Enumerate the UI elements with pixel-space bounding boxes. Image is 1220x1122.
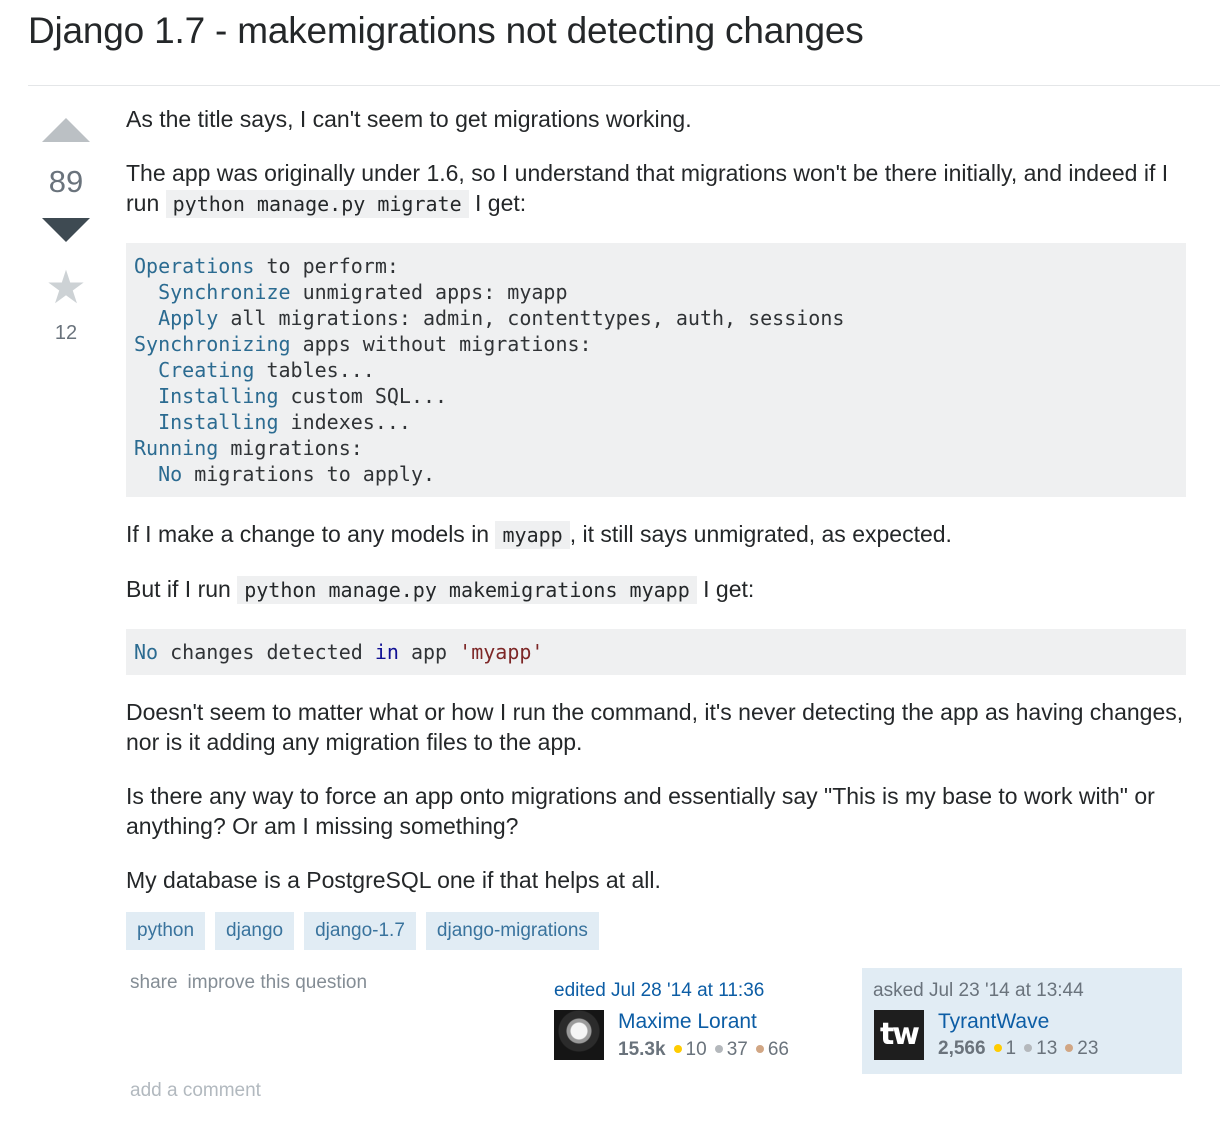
silver-badge-count: 13 <box>1036 1038 1058 1059</box>
inline-code: python manage.py migrate <box>165 190 469 218</box>
asked-timestamp: asked Jul 23 '14 at 13:44 <box>873 980 1084 1001</box>
gold-badge-icon <box>993 1043 1002 1052</box>
code-line: Creating tables... <box>134 358 375 382</box>
upvote-arrow-icon[interactable] <box>42 118 90 142</box>
body-paragraph-6: Is there any way to force an app onto mi… <box>126 783 1155 839</box>
code-line: Apply all migrations: admin, contenttype… <box>134 306 845 330</box>
body-text: , it still says unmigrated, as expected. <box>569 521 952 547</box>
body-text: I get: <box>468 190 527 216</box>
code-line: Synchronizing apps without migrations: <box>134 332 592 356</box>
body-paragraph-3: If I make a change to any models in myap… <box>126 519 1186 550</box>
code-line: Installing indexes... <box>134 410 411 434</box>
code-line: Running migrations: <box>134 436 363 460</box>
code-block-makemigrations-output: No changes detected in app 'myapp' <box>126 629 1186 675</box>
editor-signature: edited Jul 28 '14 at 11:36 Maxime Lorant… <box>548 970 868 1076</box>
gold-badge-count: 10 <box>685 1039 707 1060</box>
bronze-badge-count: 66 <box>767 1039 789 1060</box>
code-line: Installing custom SQL... <box>134 384 448 408</box>
silver-badge-count: 37 <box>726 1039 748 1060</box>
edited-timestamp-link[interactable]: edited Jul 28 '14 at 11:36 <box>554 980 764 1002</box>
gold-badge-icon <box>673 1044 682 1053</box>
post-menu: share improve this question <box>130 972 367 994</box>
owner-reputation: 2,566 1 13 23 <box>938 1038 1104 1060</box>
reputation-score: 2,566 <box>938 1038 986 1059</box>
favorite-count: 12 <box>54 322 78 344</box>
bronze-badge-count: 23 <box>1077 1038 1099 1059</box>
body-paragraph-7: My database is a PostgreSQL one if that … <box>126 867 661 893</box>
body-text: I get: <box>696 576 755 602</box>
bronze-badge-icon <box>1065 1043 1074 1052</box>
inline-code: python manage.py makemigrations myapp <box>237 576 697 604</box>
owner-name-link[interactable]: TyrantWave <box>938 1010 1049 1034</box>
body-paragraph-5: Doesn't seem to matter what or how I run… <box>126 699 1184 755</box>
vote-count: 89 <box>48 164 84 199</box>
gold-badge-count: 1 <box>1005 1038 1017 1059</box>
downvote-arrow-icon[interactable] <box>42 218 90 242</box>
question-title[interactable]: Django 1.7 - makemigrations not detectin… <box>28 10 864 52</box>
improve-question-link[interactable]: improve this question <box>188 972 368 994</box>
body-text: If I make a change to any models in <box>126 521 496 547</box>
body-paragraph-4: But if I run python manage.py makemigrat… <box>126 574 1186 605</box>
code-line: No migrations to apply. <box>134 462 436 486</box>
code-line: Operations to perform: <box>134 254 399 278</box>
code-block-migrate-output: Operations to perform: Synchronize unmig… <box>126 243 1186 497</box>
tag-list: python django django-1.7 django-migratio… <box>126 912 599 950</box>
silver-badge-icon <box>1024 1043 1033 1052</box>
body-text: But if I run <box>126 576 238 602</box>
silver-badge-icon <box>714 1044 723 1053</box>
body-paragraph-1: As the title says, I can't seem to get m… <box>126 106 692 132</box>
tag-django[interactable]: django <box>215 912 295 950</box>
tag-python[interactable]: python <box>126 912 206 950</box>
title-divider <box>28 85 1220 86</box>
favorite-star-icon[interactable]: ★ <box>42 262 90 312</box>
owner-avatar[interactable]: tw <box>874 1010 924 1060</box>
editor-avatar[interactable] <box>554 1010 604 1060</box>
question-body: As the title says, I can't seem to get m… <box>126 104 1186 919</box>
share-link[interactable]: share <box>130 972 178 994</box>
editor-reputation: 15.3k 10 37 66 <box>618 1039 795 1061</box>
body-paragraph-2: The app was originally under 1.6, so I u… <box>126 158 1186 219</box>
add-comment-link[interactable]: add a comment <box>130 1080 261 1102</box>
inline-code: myapp <box>495 521 570 549</box>
bronze-badge-icon <box>755 1044 764 1053</box>
tag-django-migrations[interactable]: django-migrations <box>425 912 599 950</box>
editor-name-link[interactable]: Maxime Lorant <box>618 1010 757 1034</box>
reputation-score: 15.3k <box>618 1039 666 1060</box>
code-line: Synchronize unmigrated apps: myapp <box>134 280 568 304</box>
tag-django-1-7[interactable]: django-1.7 <box>304 912 416 950</box>
owner-signature: asked Jul 23 '14 at 13:44 tw TyrantWave … <box>862 968 1182 1074</box>
